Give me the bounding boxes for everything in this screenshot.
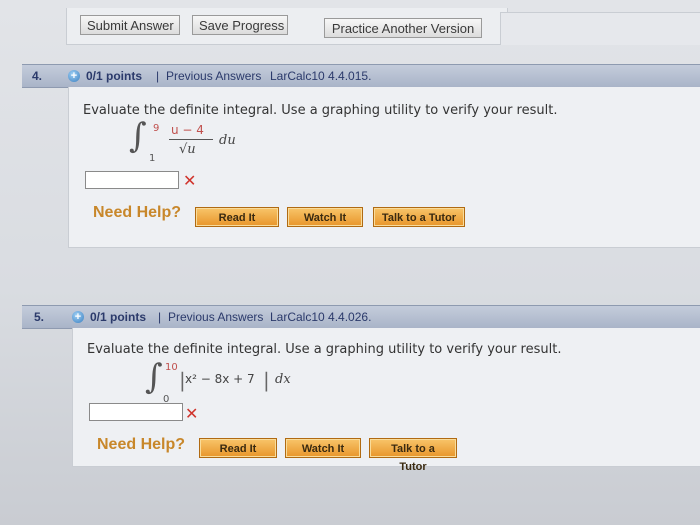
points-label: 0/1 points (86, 69, 143, 83)
watch-it-button[interactable]: Watch It (287, 207, 363, 227)
upper-limit: 9 (153, 123, 160, 134)
save-progress-button[interactable]: Save Progress (192, 15, 288, 35)
talk-to-tutor-button[interactable]: Talk to a Tutor (369, 438, 457, 473)
question-prompt: Evaluate the definite integral. Use a gr… (83, 103, 558, 118)
question-prompt: Evaluate the definite integral. Use a gr… (87, 342, 562, 357)
question-header: 4. + 0/1 points | Previous Answers LarCa… (22, 64, 700, 88)
answer-input[interactable] (85, 171, 179, 189)
fraction-bar (169, 139, 213, 140)
read-it-button[interactable]: Read It (195, 207, 279, 227)
integrand: x² − 8x + 7 (185, 372, 255, 386)
points-label: 0/1 points (90, 310, 147, 324)
question-body: Evaluate the definite integral. Use a gr… (72, 328, 700, 473)
previous-answers-link[interactable]: Previous Answers (166, 69, 261, 83)
x-mark-icon: ✕ (183, 171, 197, 190)
integral-sign: ∫ (129, 116, 147, 156)
integrand-denominator: √u (179, 142, 196, 157)
question-number: 5. (34, 310, 45, 324)
abs-bar-right: | (263, 368, 270, 392)
watch-it-button[interactable]: Watch It (285, 438, 361, 458)
submit-answer-button[interactable]: Submit Answer (80, 15, 180, 35)
need-help-label: Need Help? (93, 204, 182, 221)
previous-answers-link[interactable]: Previous Answers (168, 310, 263, 324)
practice-another-version-button[interactable]: Practice Another Version (324, 18, 482, 38)
question-number: 4. (32, 69, 43, 83)
differential: du (219, 133, 236, 148)
differential: dx (275, 372, 291, 387)
question-body: Evaluate the definite integral. Use a gr… (68, 87, 700, 248)
separator: | (158, 310, 162, 324)
x-mark-icon: ✕ (185, 404, 199, 423)
expand-plus-icon[interactable]: + (68, 70, 80, 82)
read-it-button[interactable]: Read It (199, 438, 277, 458)
question-reference: LarCalc10 4.4.026. (270, 310, 372, 324)
question-header: 5. + 0/1 points | Previous Answers LarCa… (22, 305, 700, 329)
talk-to-tutor-button[interactable]: Talk to a Tutor (373, 207, 465, 227)
need-help-label: Need Help? (97, 436, 186, 453)
separator: | (156, 69, 160, 83)
answer-input[interactable] (89, 403, 183, 421)
upper-limit: 10 (165, 362, 178, 373)
integral-sign: ∫ (145, 357, 163, 397)
lower-limit: 1 (149, 153, 156, 164)
integrand-numerator: u − 4 (171, 123, 204, 137)
toolbar-panel-right (500, 12, 700, 45)
question-reference: LarCalc10 4.4.015. (270, 69, 372, 83)
expand-plus-icon[interactable]: + (72, 311, 84, 323)
